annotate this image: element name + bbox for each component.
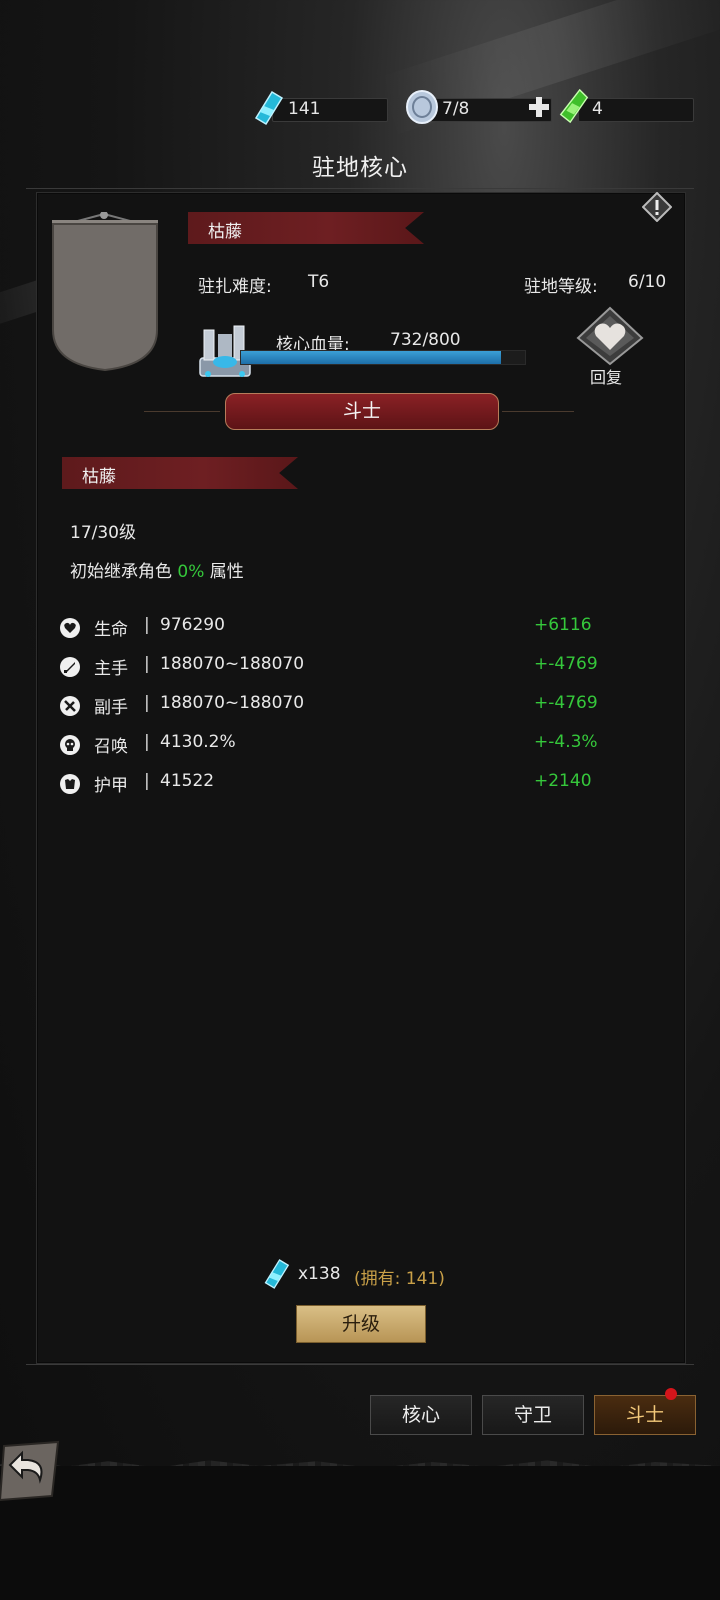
stat-delta: +-4.3% bbox=[534, 732, 598, 752]
off-hand-shield-icon bbox=[60, 696, 80, 716]
core-hp-value: 732/800 bbox=[390, 330, 461, 350]
stat-delta: +-4769 bbox=[534, 693, 598, 713]
stat-delta: +6116 bbox=[534, 615, 592, 635]
info-icon[interactable] bbox=[642, 192, 672, 222]
tab-guard[interactable]: 守卫 bbox=[482, 1395, 584, 1435]
upgrade-cost-value: x138 bbox=[298, 1264, 341, 1284]
inherit-suffix: 属性 bbox=[209, 562, 244, 582]
back-icon[interactable] bbox=[0, 1440, 62, 1502]
stat-value: 41522 bbox=[160, 771, 215, 791]
main-hand-sword-icon bbox=[60, 657, 80, 677]
currency-crystal[interactable]: 141 bbox=[252, 90, 392, 126]
armor-chest-icon bbox=[60, 774, 80, 794]
stat-label: 护甲 bbox=[94, 776, 128, 796]
notification-dot bbox=[665, 1388, 677, 1400]
stat-delta: +2140 bbox=[534, 771, 592, 791]
green-crystal-icon bbox=[559, 88, 589, 124]
heart-icon bbox=[60, 618, 80, 638]
upgrade-button-label: 升级 bbox=[341, 1313, 380, 1335]
stat-value: 188070~188070 bbox=[160, 693, 305, 713]
tab-fighter[interactable]: 斗士 bbox=[594, 1388, 696, 1435]
camp-banner-icon bbox=[52, 212, 158, 372]
upgrade-button[interactable]: 升级 bbox=[296, 1305, 426, 1343]
stat-row-summon: 召唤 | 4130.2% +-4.3% bbox=[60, 732, 660, 760]
add-icon[interactable] bbox=[528, 96, 550, 118]
page-title: 驻地核心 bbox=[312, 155, 408, 181]
blue-crystal-icon bbox=[254, 90, 284, 126]
silver-coin-icon bbox=[406, 90, 438, 124]
stat-value: 4130.2% bbox=[160, 732, 236, 752]
stat-value: 976290 bbox=[160, 615, 225, 635]
class-name: 斗士 bbox=[342, 400, 381, 422]
divider bbox=[502, 411, 574, 412]
inherit-percent: 0% bbox=[177, 562, 205, 582]
tab-label: 守卫 bbox=[513, 1404, 552, 1426]
fighter-name: 枯藤 bbox=[82, 467, 116, 487]
tab-core[interactable]: 核心 bbox=[370, 1395, 472, 1435]
tab-label: 核心 bbox=[401, 1404, 440, 1426]
difficulty-label: 驻扎难度: bbox=[198, 277, 272, 297]
summon-skull-icon bbox=[60, 735, 80, 755]
divider bbox=[26, 1364, 694, 1365]
stat-row-armor: 护甲 | 41522 +2140 bbox=[60, 771, 660, 799]
stat-label: 主手 bbox=[94, 659, 128, 679]
tab-label: 斗士 bbox=[625, 1404, 664, 1426]
inherit-line: 初始继承角色 0% 属性 bbox=[70, 557, 244, 582]
camp-level-value: 6/10 bbox=[628, 272, 667, 292]
bottom-strip bbox=[0, 1466, 720, 1600]
owned-count: (拥有: 141) bbox=[354, 1269, 445, 1289]
fighter-level: 17/30级 bbox=[70, 523, 136, 543]
restore-button[interactable]: 回复 bbox=[574, 306, 646, 387]
difficulty-value: T6 bbox=[308, 272, 330, 292]
class-title: 斗士 bbox=[225, 393, 499, 430]
camp-level-label: 驻地等级: bbox=[524, 277, 598, 297]
heart-diamond-icon bbox=[576, 306, 644, 366]
divider bbox=[144, 411, 220, 412]
divider bbox=[26, 188, 694, 189]
inherit-prefix: 初始继承角色 bbox=[70, 562, 172, 582]
restore-label: 回复 bbox=[590, 368, 623, 387]
stat-label: 召唤 bbox=[94, 737, 128, 757]
camp-name: 枯藤 bbox=[208, 222, 242, 242]
stat-label: 副手 bbox=[94, 698, 128, 718]
stat-row-off-hand: 副手 | 188070~188070 +-4769 bbox=[60, 693, 660, 721]
stat-row-main-hand: 主手 | 188070~188070 +-4769 bbox=[60, 654, 660, 682]
stat-value: 188070~188070 bbox=[160, 654, 305, 674]
stat-delta: +-4769 bbox=[534, 654, 598, 674]
core-hp-bar bbox=[240, 350, 526, 365]
core-hp-fill bbox=[241, 351, 501, 364]
stat-row-life: 生命 | 976290 +6116 bbox=[60, 615, 660, 643]
currency-gem[interactable]: 4 bbox=[558, 88, 698, 124]
camp-name-ribbon: 枯藤 bbox=[188, 212, 424, 244]
blue-crystal-icon bbox=[264, 1259, 290, 1289]
fighter-name-ribbon: 枯藤 bbox=[62, 457, 298, 489]
stat-label: 生命 bbox=[94, 620, 128, 640]
